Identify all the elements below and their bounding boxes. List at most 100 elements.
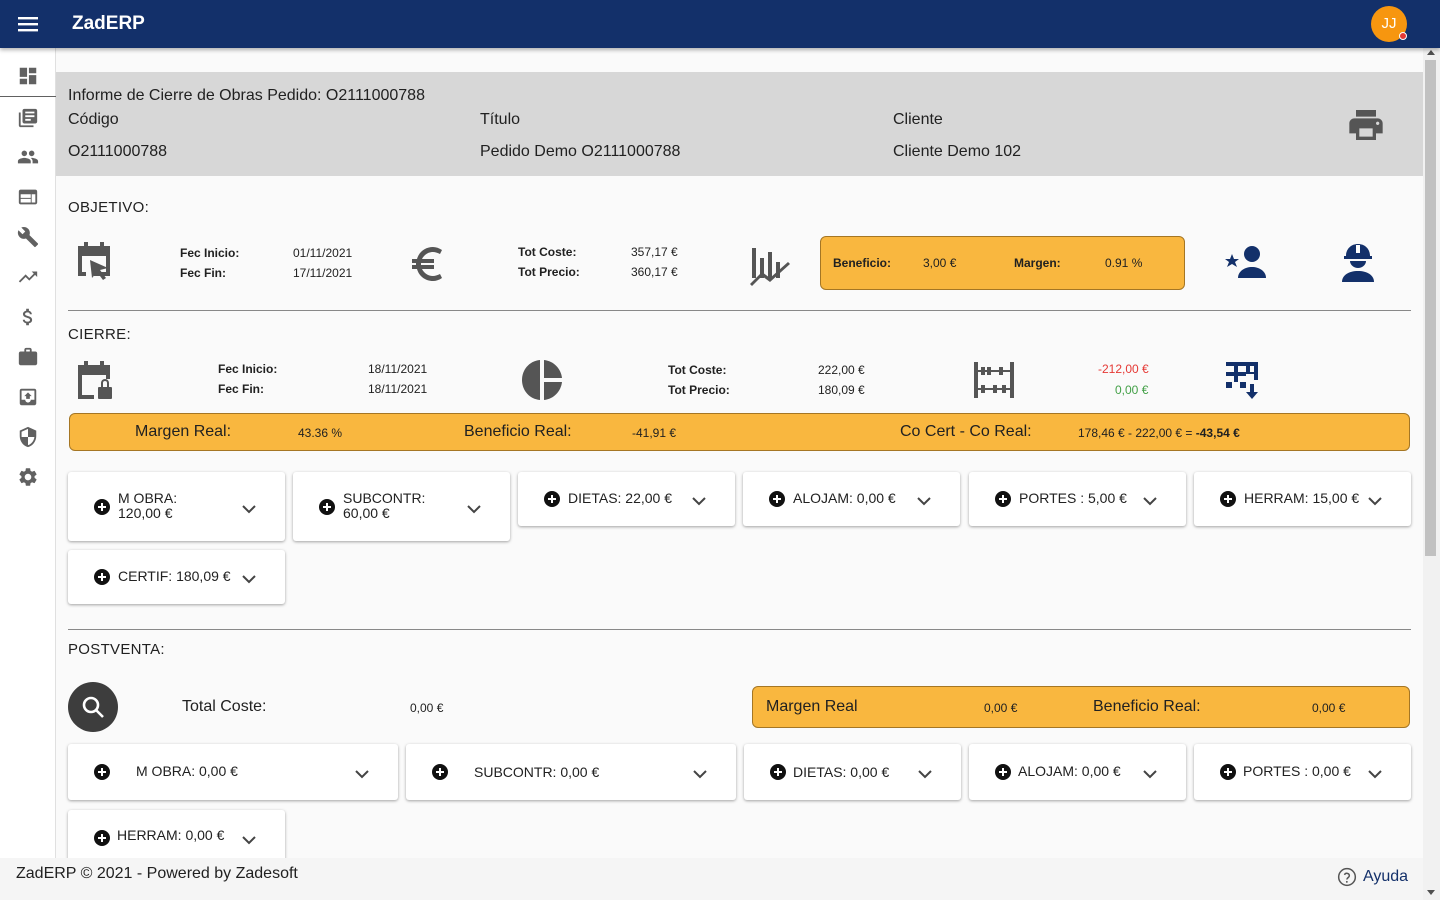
titulo-value: Pedido Demo O2111000788 (480, 143, 681, 160)
obj-margen-value: 0.91 % (1105, 256, 1143, 270)
chevron-down-icon[interactable] (242, 501, 256, 513)
obj-tot-coste-label: Tot Coste: (518, 245, 577, 259)
pv-card-alojam[interactable]: ALOJAM: 0,00 € (969, 744, 1186, 800)
add-circle-icon[interactable] (769, 491, 785, 507)
cie-tot-precio-value: 180,09 € (818, 383, 865, 397)
table-download-icon[interactable] (1220, 360, 1264, 400)
card-label: ALOJAM: 0,00 € (793, 490, 896, 506)
dollar-icon[interactable] (0, 297, 56, 337)
euro-icon (408, 242, 452, 286)
add-circle-icon[interactable] (94, 764, 110, 780)
trending-up-icon[interactable] (0, 257, 56, 297)
cierre-summary-box: Margen Real: 43.36 % Beneficio Real: -41… (69, 413, 1410, 451)
obj-tot-precio-value: 360,17 € (631, 265, 678, 279)
chevron-down-icon[interactable] (1368, 493, 1382, 506)
shield-icon[interactable] (0, 417, 56, 457)
search-button[interactable] (68, 682, 118, 732)
chevron-down-icon[interactable] (1143, 493, 1157, 506)
scroll-down-arrow-icon[interactable] (1427, 890, 1435, 895)
user-avatar[interactable]: JJ (1371, 6, 1407, 42)
cierre-card-subcontr[interactable]: SUBCONTR: 60,00 € (293, 472, 510, 541)
cie-fec-inicio-label: Fec Inicio: (218, 362, 278, 376)
pv-card-mobra[interactable]: M OBRA: 0,00 € (68, 744, 398, 800)
add-circle-icon[interactable] (1220, 491, 1236, 507)
cierre-card-dietas[interactable]: DIETAS: 22,00 € (518, 472, 735, 526)
chevron-down-icon[interactable] (467, 501, 481, 513)
card-label: HERRAM: 15,00 € (1244, 490, 1360, 506)
chevron-down-icon[interactable] (918, 766, 932, 779)
chevron-down-icon[interactable] (917, 493, 931, 506)
card-label-line1: M OBRA: (118, 490, 178, 506)
cierre-card-certif[interactable]: CERTIF: 180,09 € (68, 550, 285, 604)
cie-margen-real-label: Margen Real: (135, 423, 232, 440)
card-label: PORTES : 0,00 € (1243, 763, 1351, 779)
menu-icon[interactable] (14, 12, 42, 36)
scrollbar-thumb[interactable] (1425, 60, 1436, 556)
card-label: SUBCONTR: 0,00 € (474, 764, 600, 780)
add-circle-icon[interactable] (94, 498, 110, 515)
obj-fec-fin-label: Fec Fin: (180, 266, 227, 280)
add-circle-icon[interactable] (995, 764, 1011, 780)
add-circle-icon[interactable] (995, 491, 1011, 507)
cie-tot-coste-value: 222,00 € (818, 363, 865, 377)
people-icon[interactable] (0, 137, 56, 177)
abacus-icon (972, 360, 1016, 400)
chevron-down-icon[interactable] (692, 493, 706, 506)
card-label-line2: 60,00 € (343, 505, 390, 521)
add-circle-icon[interactable] (770, 764, 786, 780)
help-label: Ayuda (1363, 868, 1409, 885)
add-circle-icon[interactable] (432, 764, 448, 780)
scroll-up-arrow-icon[interactable] (1427, 50, 1435, 55)
postventa-title: POSTVENTA: (68, 641, 165, 658)
construction-worker-icon[interactable] (1340, 242, 1376, 284)
add-circle-icon[interactable] (544, 491, 560, 507)
cierre-card-alojam[interactable]: ALOJAM: 0,00 € (743, 472, 960, 526)
library-books-icon[interactable] (0, 98, 56, 138)
pv-total-coste-value: 0,00 € (410, 701, 444, 715)
help-link[interactable]: Ayuda (1337, 867, 1408, 887)
star-user-icon[interactable] (1224, 244, 1268, 280)
add-circle-icon[interactable] (94, 569, 110, 585)
add-circle-icon[interactable] (319, 498, 335, 515)
card-label: SUBCONTR: 60,00 € (343, 491, 425, 521)
chevron-down-icon[interactable] (242, 832, 256, 845)
pv-total-coste-label: Total Coste: (182, 698, 267, 715)
pv-margen-real-value: 0,00 € (984, 701, 1018, 715)
add-circle-icon[interactable] (94, 830, 110, 846)
card-label: CERTIF: 180,09 € (118, 568, 231, 584)
pv-card-herram[interactable]: HERRAM: 0,00 € (68, 810, 285, 858)
card-label-line2: 120,00 € (118, 505, 173, 521)
wrench-icon[interactable] (0, 217, 56, 257)
help-circle-icon (1337, 867, 1357, 887)
calendar-cursor-icon (72, 240, 116, 284)
archive-icon[interactable] (0, 377, 56, 417)
cie-diff-positive: 0,00 € (1115, 383, 1149, 397)
chevron-down-icon[interactable] (242, 571, 256, 584)
cierre-card-herram[interactable]: HERRAM: 15,00 € (1194, 472, 1411, 526)
chevron-down-icon[interactable] (355, 766, 369, 779)
main-content: Informe de Cierre de Obras Pedido: O2111… (56, 48, 1423, 858)
section-divider (68, 310, 1411, 311)
print-icon[interactable] (1346, 108, 1386, 142)
cierre-card-portes[interactable]: PORTES : 5,00 € (969, 472, 1186, 526)
objetivo-title: OBJETIVO: (68, 199, 150, 216)
cocert-formula-text: 178,46 € - 222,00 € = (1078, 426, 1196, 440)
vertical-scrollbar[interactable] (1423, 48, 1440, 900)
dashboard-icon[interactable] (0, 56, 56, 96)
card-label: HERRAM: 0,00 € (117, 827, 225, 843)
chevron-down-icon[interactable] (693, 766, 707, 779)
cierre-card-mobra[interactable]: M OBRA: 120,00 € (68, 472, 285, 541)
briefcase-icon[interactable] (0, 337, 56, 377)
codigo-label: Código (68, 111, 119, 128)
obj-fec-inicio-value: 01/11/2021 (293, 246, 353, 260)
add-circle-icon[interactable] (1220, 764, 1236, 780)
codigo-value: O2111000788 (68, 143, 168, 160)
gear-icon[interactable] (0, 457, 56, 497)
pv-card-dietas[interactable]: DIETAS: 0,00 € (744, 744, 961, 800)
pv-margen-real-label: Margen Real (766, 698, 858, 715)
chevron-down-icon[interactable] (1143, 766, 1157, 779)
pv-card-subcontr[interactable]: SUBCONTR: 0,00 € (406, 744, 736, 800)
pv-card-portes[interactable]: PORTES : 0,00 € (1194, 744, 1411, 800)
web-icon[interactable] (0, 177, 56, 217)
chevron-down-icon[interactable] (1368, 766, 1382, 779)
